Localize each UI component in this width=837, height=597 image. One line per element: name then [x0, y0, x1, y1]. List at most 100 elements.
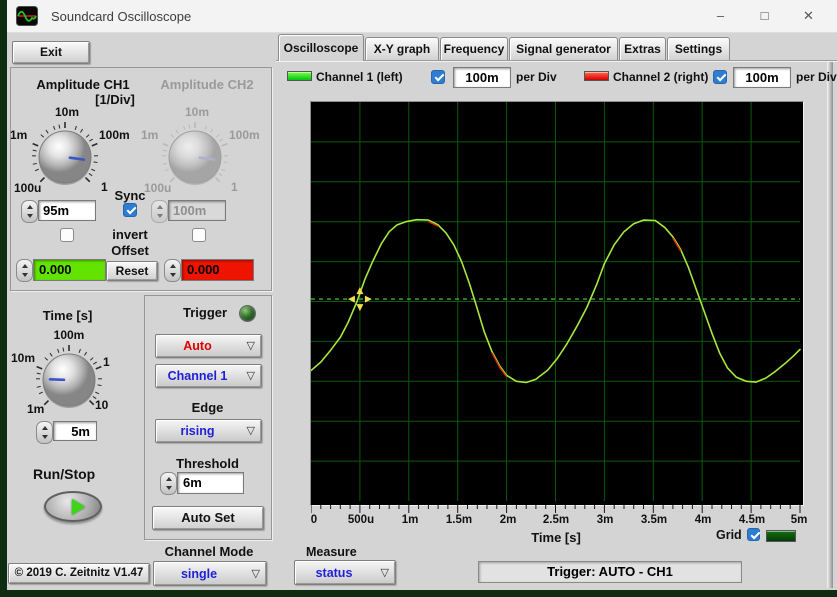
edge-label: Edge [160, 400, 255, 415]
tab-page-right-edge [827, 61, 833, 588]
tab-extras[interactable]: Extras [619, 37, 666, 60]
app-icon [16, 6, 38, 26]
chevron-down-icon: ▽ [252, 566, 260, 579]
ch1-amplitude-spinner[interactable] [21, 200, 38, 223]
x-tick-6: 3m [583, 514, 627, 526]
tab-xy-graph[interactable]: X-Y graph [365, 37, 439, 60]
trigger-group [144, 295, 272, 540]
auto-set-button[interactable]: Auto Set [152, 506, 264, 530]
trigger-edge-value: rising [156, 420, 239, 442]
sync-checkbox[interactable] [123, 203, 137, 217]
ch2-offset-spinner[interactable] [164, 259, 181, 282]
ch2-amplitude-value: 100m [168, 200, 226, 221]
channel2-perdiv-value[interactable]: 100m [733, 67, 791, 88]
copyright-button[interactable]: © 2019 C. Zeitnitz V1.47 [8, 563, 150, 584]
tab-settings[interactable]: Settings [667, 37, 730, 60]
channel-mode-value: single [154, 562, 244, 585]
ch2-offset-value[interactable]: 0.000 [181, 259, 254, 281]
threshold-value[interactable]: 6m [177, 472, 244, 494]
time-value[interactable]: 5m [53, 421, 97, 441]
ch2-scale-1m: 1m [141, 128, 158, 142]
ch1-scale-1: 1 [101, 180, 108, 194]
x-tick-3: 1.5m [437, 514, 481, 526]
measure-label: Measure [306, 545, 357, 559]
offset-label: Offset [98, 243, 162, 258]
x-tick-7: 3.5m [632, 514, 676, 526]
sync-label: Sync [108, 188, 152, 203]
x-tick-2: 1m [388, 514, 432, 526]
ch1-offset-value[interactable]: 0.000 [33, 259, 106, 281]
threshold-spinner[interactable] [160, 472, 177, 495]
tab-frequency[interactable]: Frequency [440, 37, 508, 60]
grid-label: Grid [716, 528, 742, 542]
ch1-scale-10m: 10m [47, 105, 87, 119]
ch2-amplitude-spinner [151, 200, 168, 223]
trigger-edge-dropdown[interactable]: rising ▽ [155, 419, 262, 443]
channel2-enable-checkbox[interactable] [713, 70, 727, 84]
channel1-enable-checkbox[interactable] [431, 70, 445, 84]
time-scale-10: 10 [95, 398, 108, 412]
channel1-perdiv-label: per Div [516, 70, 557, 84]
trigger-source-value: Channel 1 [156, 365, 239, 387]
ch2-scale-100m: 100m [229, 128, 260, 142]
scope-plot[interactable] [310, 101, 804, 506]
channel-mode-dropdown[interactable]: single ▽ [153, 561, 267, 586]
exit-button[interactable]: Exit [12, 41, 90, 64]
grid-color-swatch[interactable] [766, 530, 796, 542]
measure-value: status [295, 561, 373, 584]
chevron-down-icon: ▽ [247, 424, 255, 437]
close-icon[interactable]: ✕ [786, 0, 831, 32]
titlebar: Soundcard Oscilloscope – □ ✕ [7, 0, 837, 33]
window-title: Soundcard Oscilloscope [51, 9, 191, 24]
trigger-status-box: Trigger: AUTO - CH1 [478, 561, 742, 583]
x-tick-10: 5m [777, 514, 821, 526]
invert-label: invert [98, 227, 162, 242]
ch2-scale-10m: 10m [177, 105, 217, 119]
x-tick-4: 2m [486, 514, 530, 526]
run-stop-button[interactable] [44, 491, 102, 522]
trigger-source-dropdown[interactable]: Channel 1 ▽ [155, 364, 262, 388]
desktop-backdrop: Soundcard Oscilloscope – □ ✕ Exit Oscill… [0, 0, 837, 597]
channel-mode-label: Channel Mode [150, 544, 268, 559]
channel2-color-swatch [584, 71, 609, 81]
tab-signal-generator[interactable]: Signal generator [509, 37, 618, 60]
x-tick-5: 2.5m [534, 514, 578, 526]
ch1-scale-1m: 1m [10, 128, 27, 142]
time-scale-1: 1 [103, 355, 110, 369]
time-scale-10m: 10m [11, 351, 35, 365]
grid-checkbox[interactable] [747, 528, 760, 541]
run-stop-label: Run/Stop [33, 466, 95, 482]
ch1-amplitude-value[interactable]: 95m [38, 200, 96, 221]
amplitude-ch2-title: Amplitude CH2 [146, 77, 268, 92]
measure-dropdown[interactable]: status ▽ [294, 560, 396, 585]
channel1-label: Channel 1 (left) [316, 70, 403, 84]
x-tick-0: 0 [292, 514, 336, 526]
ch2-invert-checkbox[interactable] [192, 228, 206, 242]
channel1-perdiv-value[interactable]: 100m [453, 67, 511, 88]
x-tick-8: 4m [681, 514, 725, 526]
ch2-scale-1: 1 [231, 180, 238, 194]
ch1-offset-spinner[interactable] [16, 259, 33, 282]
chevron-down-icon: ▽ [247, 339, 255, 352]
time-scale-1m: 1m [27, 402, 44, 416]
channel2-label: Channel 2 (right) [613, 70, 708, 84]
x-axis-ticks [311, 505, 801, 514]
trigger-title: Trigger [183, 305, 227, 320]
time-spinner[interactable] [36, 421, 53, 444]
scope-canvas[interactable] [311, 102, 801, 503]
trigger-mode-dropdown[interactable]: Auto ▽ [155, 334, 262, 358]
maximize-icon[interactable]: □ [742, 0, 787, 32]
ch1-scale-100u: 100u [14, 181, 41, 195]
tab-oscilloscope[interactable]: Oscilloscope [278, 34, 364, 61]
x-tick-1: 500u [339, 514, 383, 526]
trigger-mode-value: Auto [156, 335, 239, 357]
play-icon [72, 499, 85, 515]
chevron-down-icon: ▽ [247, 369, 255, 382]
channel2-perdiv-label: per Div [796, 70, 837, 84]
minimize-icon[interactable]: – [698, 0, 743, 32]
offset-reset-button[interactable]: Reset [106, 261, 158, 281]
amplitude-ch1-title: Amplitude CH1 [14, 77, 152, 92]
time-scale-100m: 100m [49, 328, 89, 342]
ch1-invert-checkbox[interactable] [60, 228, 74, 242]
channel1-color-swatch [287, 71, 312, 81]
